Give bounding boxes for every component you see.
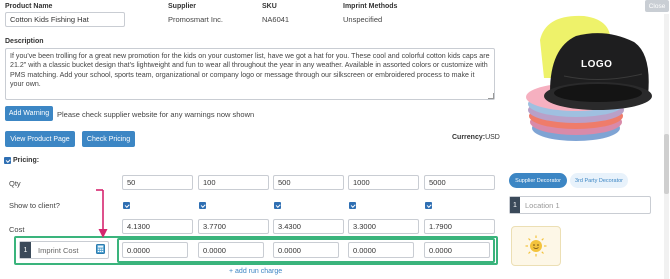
pricing-toggle[interactable]: Pricing: <box>4 157 39 164</box>
scrollbar[interactable] <box>664 14 669 279</box>
description-textarea[interactable]: If you've been trolling for a great new … <box>5 48 495 100</box>
arrow-down-icon <box>96 189 108 238</box>
imprint-cost-input-2[interactable]: 0.0000 <box>198 242 264 258</box>
show-to-client-label: Show to client? <box>9 201 60 210</box>
imprint-cost-input-4[interactable]: 0.0000 <box>348 242 414 258</box>
product-image: LOGO <box>506 0 670 150</box>
product-name-input[interactable]: Cotton Kids Fishing Hat <box>5 12 125 27</box>
cost-input-5[interactable]: 1.7900 <box>424 219 495 234</box>
cost-input-2[interactable]: 3.7700 <box>198 219 269 234</box>
hat-logo-text: LOGO <box>581 59 613 70</box>
show-client-checkbox-2[interactable] <box>199 202 206 209</box>
close-button[interactable]: Close <box>645 0 669 12</box>
imprint-index-badge: 1 <box>20 242 31 258</box>
view-product-page-button[interactable]: View Product Page <box>5 131 75 147</box>
imprint-cost-input-5[interactable]: 0.0000 <box>424 242 490 258</box>
currency-display: Currency: USD <box>452 134 500 141</box>
imprint-cost-label: Imprint Cost <box>38 245 79 255</box>
warning-note: Please check supplier website for any wa… <box>57 110 255 119</box>
show-client-checkbox-3[interactable] <box>274 202 281 209</box>
qty-input-1[interactable]: 50 <box>122 175 193 190</box>
location-field[interactable]: 1 Location 1 <box>509 196 651 214</box>
qty-input-2[interactable]: 100 <box>198 175 269 190</box>
currency-label: Currency: <box>452 134 486 141</box>
sku-value: NA6041 <box>262 15 290 24</box>
pricing-label: Pricing: <box>13 157 40 164</box>
tab-supplier-decorator[interactable]: Supplier Decorator <box>509 173 567 188</box>
tab-third-party-decorator[interactable]: 3rd Party Decorator <box>570 173 628 188</box>
imprint-cost-input-1[interactable]: 0.0000 <box>122 242 188 258</box>
imprint-methods-value: Unspecified <box>343 15 383 24</box>
product-name-label: Product Name <box>5 3 53 10</box>
show-client-checkbox-1[interactable] <box>123 202 130 209</box>
sku-label: SKU <box>262 3 277 10</box>
qty-input-4[interactable]: 1000 <box>348 175 419 190</box>
show-client-checkbox-5[interactable] <box>425 202 432 209</box>
pricing-checkbox[interactable] <box>4 157 11 164</box>
check-pricing-button[interactable]: Check Pricing <box>82 131 135 147</box>
cost-input-4[interactable]: 3.3000 <box>348 219 419 234</box>
supplier-label: Supplier <box>168 3 197 10</box>
imprint-cost-input-3[interactable]: 0.0000 <box>273 242 339 258</box>
cost-label: Cost <box>9 225 25 234</box>
show-client-checkbox-4[interactable] <box>349 202 356 209</box>
bucket-hat-image <box>526 15 652 141</box>
imprint-cost-field[interactable]: 1 Imprint Cost <box>19 241 109 259</box>
calculator-icon[interactable] <box>96 244 105 256</box>
scrollbar-thumb[interactable] <box>664 134 669 194</box>
imprint-methods-label: Imprint Methods <box>343 3 398 10</box>
description-label: Description <box>5 38 44 45</box>
currency-value: USD <box>485 134 500 141</box>
qty-input-5[interactable]: 5000 <box>424 175 495 190</box>
location-placeholder: Location 1 <box>525 200 560 210</box>
sun-icon <box>525 235 547 257</box>
location-index-badge: 1 <box>510 197 520 213</box>
cost-input-3[interactable]: 3.4300 <box>273 219 344 234</box>
supplier-value: Promosmart Inc. <box>168 15 224 24</box>
cost-input-1[interactable]: 4.1300 <box>122 219 193 234</box>
add-warning-button[interactable]: Add Warning <box>5 106 53 121</box>
add-run-charge-link[interactable]: + add run charge <box>229 268 282 275</box>
qty-label: Qty <box>9 179 21 188</box>
resize-handle-icon[interactable] <box>488 93 494 99</box>
qty-input-3[interactable]: 500 <box>273 175 344 190</box>
decoration-thumbnail[interactable] <box>511 226 561 266</box>
